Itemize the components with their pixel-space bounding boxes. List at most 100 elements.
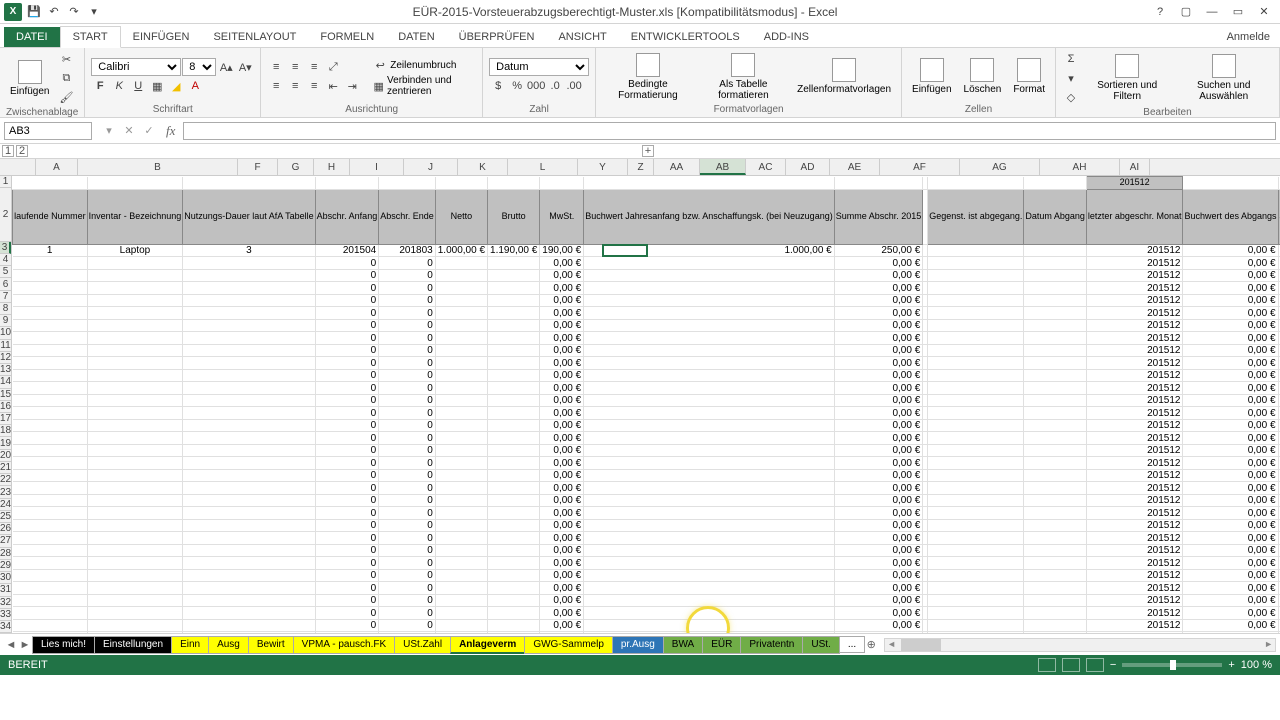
- cell-Y10[interactable]: 0,00 €: [834, 332, 923, 345]
- cell-AB33[interactable]: [1024, 619, 1087, 632]
- cell-G11[interactable]: 0: [315, 344, 379, 357]
- cell-K9[interactable]: 0,00 €: [540, 319, 584, 332]
- cell-B17[interactable]: [87, 419, 183, 432]
- autosum-icon[interactable]: Σ: [1062, 50, 1080, 68]
- cell-A33[interactable]: [13, 619, 88, 632]
- cell-AC21[interactable]: 201512: [1086, 469, 1183, 482]
- cell-F20[interactable]: [183, 457, 315, 470]
- cell-A5[interactable]: [13, 269, 88, 282]
- cell-AD5[interactable]: 0,00 €: [1183, 269, 1278, 282]
- cell-A9[interactable]: [13, 319, 88, 332]
- cell-Y24[interactable]: 0,00 €: [834, 507, 923, 520]
- cell-F13[interactable]: [183, 369, 315, 382]
- col-header-B[interactable]: B: [78, 159, 238, 175]
- cell-A8[interactable]: [13, 307, 88, 320]
- cell-A15[interactable]: [13, 394, 88, 407]
- cell-K20[interactable]: 0,00 €: [540, 457, 584, 470]
- row-header-3[interactable]: 3: [0, 242, 11, 254]
- cell-Y20[interactable]: 0,00 €: [834, 457, 923, 470]
- cell-F32[interactable]: [183, 607, 315, 620]
- cell-L29[interactable]: [584, 569, 835, 582]
- cell-AB2[interactable]: Datum Abgang: [1024, 189, 1087, 244]
- sheet-tab[interactable]: USt.Zahl: [394, 636, 451, 654]
- cell-I34[interactable]: [435, 632, 487, 633]
- shrink-font-icon[interactable]: A▾: [236, 58, 254, 76]
- cell-K1[interactable]: [540, 177, 584, 190]
- cell-J30[interactable]: [488, 582, 540, 595]
- cell-A6[interactable]: [13, 282, 88, 295]
- cell-AD23[interactable]: 0,00 €: [1183, 494, 1278, 507]
- cell-G19[interactable]: 0: [315, 444, 379, 457]
- cell-F16[interactable]: [183, 407, 315, 420]
- cell-J23[interactable]: [488, 494, 540, 507]
- cell-H8[interactable]: 0: [379, 307, 436, 320]
- cell-B32[interactable]: [87, 607, 183, 620]
- sheet-tab[interactable]: Bewirt: [248, 636, 294, 654]
- close-icon[interactable]: ✕: [1252, 3, 1276, 21]
- cell-K17[interactable]: 0,00 €: [540, 419, 584, 432]
- row-header-6[interactable]: 6: [0, 278, 11, 290]
- cell-G25[interactable]: 0: [315, 519, 379, 532]
- align-center-icon[interactable]: ≡: [286, 77, 304, 95]
- cell-F17[interactable]: [183, 419, 315, 432]
- cell-AB8[interactable]: [1024, 307, 1087, 320]
- cell-G12[interactable]: 0: [315, 357, 379, 370]
- cell-AB16[interactable]: [1024, 407, 1087, 420]
- signin-link[interactable]: Anmelde: [1217, 27, 1280, 47]
- cell-A25[interactable]: [13, 519, 88, 532]
- cell-B10[interactable]: [87, 332, 183, 345]
- comma-icon[interactable]: 000: [527, 77, 545, 95]
- cell-H4[interactable]: 0: [379, 257, 436, 270]
- cell-AD34[interactable]: 0,00 €: [1183, 632, 1278, 633]
- cell-Y26[interactable]: 0,00 €: [834, 532, 923, 545]
- row-header-1[interactable]: 1: [0, 176, 11, 188]
- cell-A22[interactable]: [13, 482, 88, 495]
- cell-AD17[interactable]: 0,00 €: [1183, 419, 1278, 432]
- cell-A14[interactable]: [13, 382, 88, 395]
- cell-I21[interactable]: [435, 469, 487, 482]
- cell-J26[interactable]: [488, 532, 540, 545]
- tab-nav-next-icon[interactable]: ►: [18, 637, 32, 653]
- cell-AB22[interactable]: [1024, 482, 1087, 495]
- cell-I28[interactable]: [435, 557, 487, 570]
- cell-AC4[interactable]: 201512: [1086, 257, 1183, 270]
- cell-K8[interactable]: 0,00 €: [540, 307, 584, 320]
- cell-I3[interactable]: 1.000,00 €: [435, 244, 487, 257]
- fill-color-icon[interactable]: ◢: [167, 77, 185, 95]
- cell-J29[interactable]: [488, 569, 540, 582]
- cell-AB12[interactable]: [1024, 357, 1087, 370]
- zoom-out-icon[interactable]: −: [1110, 659, 1116, 671]
- col-header-AC[interactable]: AC: [746, 159, 786, 175]
- redo-icon[interactable]: ↷: [66, 4, 82, 20]
- cell-Y27[interactable]: 0,00 €: [834, 544, 923, 557]
- cell-J19[interactable]: [488, 444, 540, 457]
- cellstyles-button[interactable]: Zellenformatvorlagen: [793, 56, 895, 97]
- cell-I33[interactable]: [435, 619, 487, 632]
- cell-AC26[interactable]: 201512: [1086, 532, 1183, 545]
- cell-AA8[interactable]: [928, 307, 1024, 320]
- cell-G4[interactable]: 0: [315, 257, 379, 270]
- dec-dec-icon[interactable]: .00: [565, 77, 583, 95]
- cell-L23[interactable]: [584, 494, 835, 507]
- cell-I25[interactable]: [435, 519, 487, 532]
- col-header-I[interactable]: I: [350, 159, 404, 175]
- sortfilter-button[interactable]: Sortieren und Filtern: [1084, 52, 1170, 104]
- cell-A23[interactable]: [13, 494, 88, 507]
- cell-AB3[interactable]: [1024, 244, 1087, 257]
- cell-J9[interactable]: [488, 319, 540, 332]
- cell-B4[interactable]: [87, 257, 183, 270]
- cell-F33[interactable]: [183, 619, 315, 632]
- cell-K3[interactable]: 190,00 €: [540, 244, 584, 257]
- row-header-18[interactable]: 18: [0, 425, 11, 437]
- cell-B13[interactable]: [87, 369, 183, 382]
- cell-A24[interactable]: [13, 507, 88, 520]
- hscroll-thumb[interactable]: [901, 639, 941, 651]
- cell-H7[interactable]: 0: [379, 294, 436, 307]
- cell-F30[interactable]: [183, 582, 315, 595]
- cell-A1[interactable]: [13, 177, 88, 190]
- row-header-28[interactable]: 28: [0, 548, 11, 560]
- cell-AC3[interactable]: 201512: [1086, 244, 1183, 257]
- cell-AD20[interactable]: 0,00 €: [1183, 457, 1278, 470]
- cell-J3[interactable]: 1.190,00 €: [488, 244, 540, 257]
- cell-H6[interactable]: 0: [379, 282, 436, 295]
